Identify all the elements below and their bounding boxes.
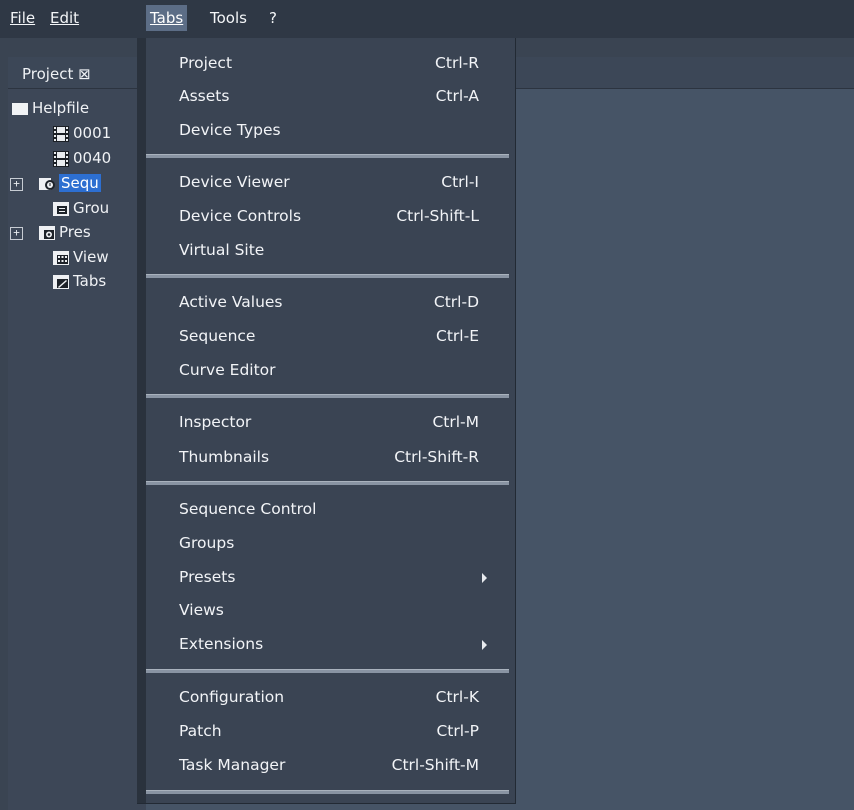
menu-file[interactable]: File [6,5,39,31]
menu-item-label: Curve Editor [179,361,276,379]
menu-item-label: Task Manager [179,756,286,774]
menu-item-label: Groups [179,534,235,552]
menu-item-label: Sequence [179,327,256,345]
menu-item-shortcut: Ctrl-E [436,327,479,345]
tree-item-tabs[interactable]: Tabs [53,270,106,292]
menu-file-label: File [10,9,36,27]
menu-item-label: Thumbnails [179,448,270,466]
menu-separator [146,274,509,278]
menu-help-label: ? [269,9,277,27]
tree-item-views[interactable]: View [53,246,109,268]
menu-item-curve-editor[interactable]: Curve Editor [146,356,509,385]
menu-item-shortcut: Ctrl-P [436,722,479,740]
menu-item-label: Virtual Site [179,241,265,259]
menu-item-patch[interactable]: Patch Ctrl-P [146,717,509,746]
menu-item-virtual-site[interactable]: Virtual Site [146,236,509,265]
tree-item-sequences[interactable]: Sequ [39,172,101,194]
film-icon [53,150,69,167]
menu-edit[interactable]: Edit [46,5,83,31]
submenu-arrow-icon [482,640,487,650]
folder-icon [12,103,28,115]
menu-item-shortcut: Ctrl-Shift-R [394,448,479,466]
menu-separator [146,394,509,398]
menu-item-label: Project [179,54,233,72]
project-panel: Helpfile 0001 0040 + Sequ Grou + Pres Vi… [8,89,146,810]
tabs-folder-icon [53,275,69,289]
menu-tabs-label: Tabs [150,9,184,27]
groups-folder-icon [53,202,69,216]
presets-folder-icon [39,226,55,240]
menu-item-label: Sequence Control [179,500,317,518]
menu-item-views[interactable]: Views [146,596,509,625]
menu-tools[interactable]: Tools [206,5,251,31]
menu-item-shortcut: Ctrl-R [435,54,479,72]
tree-item-label: Grou [73,199,110,217]
views-folder-icon [53,251,69,265]
tree-item-label: Sequ [59,174,101,192]
menu-item-label: Presets [179,568,236,586]
menu-item-label: Assets [179,87,230,105]
menu-tools-label: Tools [210,9,247,27]
menu-item-task-manager[interactable]: Task Manager Ctrl-Shift-M [146,751,509,780]
menu-separator [146,154,509,158]
tree-item-label: 0001 [73,124,112,142]
menu-item-label: Extensions [179,635,264,653]
menu-item-label: Inspector [179,413,252,431]
menu-item-label: Configuration [179,688,285,706]
menu-item-label: Patch [179,722,222,740]
menu-item-extensions[interactable]: Extensions [146,630,509,659]
menu-item-label: Views [179,601,224,619]
tree-item-groups[interactable]: Grou [53,197,109,219]
tree-item-label: Pres [59,223,91,241]
menu-item-active-values[interactable]: Active Values Ctrl-D [146,288,509,317]
tree-item-helpfile[interactable]: Helpfile [12,97,89,119]
tree-item-0040[interactable]: 0040 [53,147,111,169]
tree-item-label: Tabs [73,272,107,290]
tree-item-presets[interactable]: Pres [39,221,91,243]
menu-item-project[interactable]: Project Ctrl-R [146,49,509,78]
menu-item-device-types[interactable]: Device Types [146,116,509,145]
menu-separator [146,481,509,485]
tree-item-label: Helpfile [32,99,90,117]
menu-item-shortcut: Ctrl-A [435,87,479,105]
menu-item-shortcut: Ctrl-M [432,413,479,431]
menu-gutter [137,38,146,803]
menu-bar: File Edit Tabs Tools ? [0,0,854,38]
menu-item-assets[interactable]: Assets Ctrl-A [146,82,509,111]
menu-separator [146,669,509,673]
expand-presets-icon[interactable]: + [10,227,23,240]
project-tab-label: Project ⊠ [22,65,91,83]
tree-item-0001[interactable]: 0001 [53,122,111,144]
tree-item-label: View [73,248,109,266]
menu-edit-label: Edit [50,9,80,27]
menu-item-shortcut: Ctrl-K [435,688,479,706]
menu-item-device-controls[interactable]: Device Controls Ctrl-Shift-L [146,202,509,231]
tabs-dropdown-menu: Project Ctrl-R Assets Ctrl-A Device Types … [137,38,516,804]
project-tab[interactable]: Project ⊠ [16,62,97,86]
menu-item-inspector[interactable]: Inspector Ctrl-M [146,408,509,437]
menu-help[interactable]: ? [265,5,281,31]
sequence-folder-icon [39,178,55,190]
menu-item-sequence[interactable]: Sequence Ctrl-E [146,322,509,351]
menu-item-label: Device Controls [179,207,302,225]
menu-separator [146,790,509,794]
film-icon [53,125,69,142]
menu-item-device-viewer[interactable]: Device Viewer Ctrl-I [146,168,509,197]
menu-item-shortcut: Ctrl-Shift-M [391,756,479,774]
menu-item-label: Active Values [179,293,283,311]
menu-tabs[interactable]: Tabs [146,5,188,31]
menu-item-groups[interactable]: Groups [146,529,509,558]
menu-item-shortcut: Ctrl-D [433,293,479,311]
menu-item-shortcut: Ctrl-Shift-L [396,207,479,225]
menu-item-sequence-control[interactable]: Sequence Control [146,495,509,524]
menu-item-label: Device Viewer [179,173,290,191]
tree-item-label: 0040 [73,149,112,167]
menu-item-thumbnails[interactable]: Thumbnails Ctrl-Shift-R [146,443,509,472]
menu-item-label: Device Types [179,121,281,139]
menu-item-shortcut: Ctrl-I [441,173,479,191]
submenu-arrow-icon [482,573,487,583]
expand-sequences-icon[interactable]: + [10,178,23,191]
menu-item-configuration[interactable]: Configuration Ctrl-K [146,683,509,712]
menu-item-presets[interactable]: Presets [146,563,509,592]
